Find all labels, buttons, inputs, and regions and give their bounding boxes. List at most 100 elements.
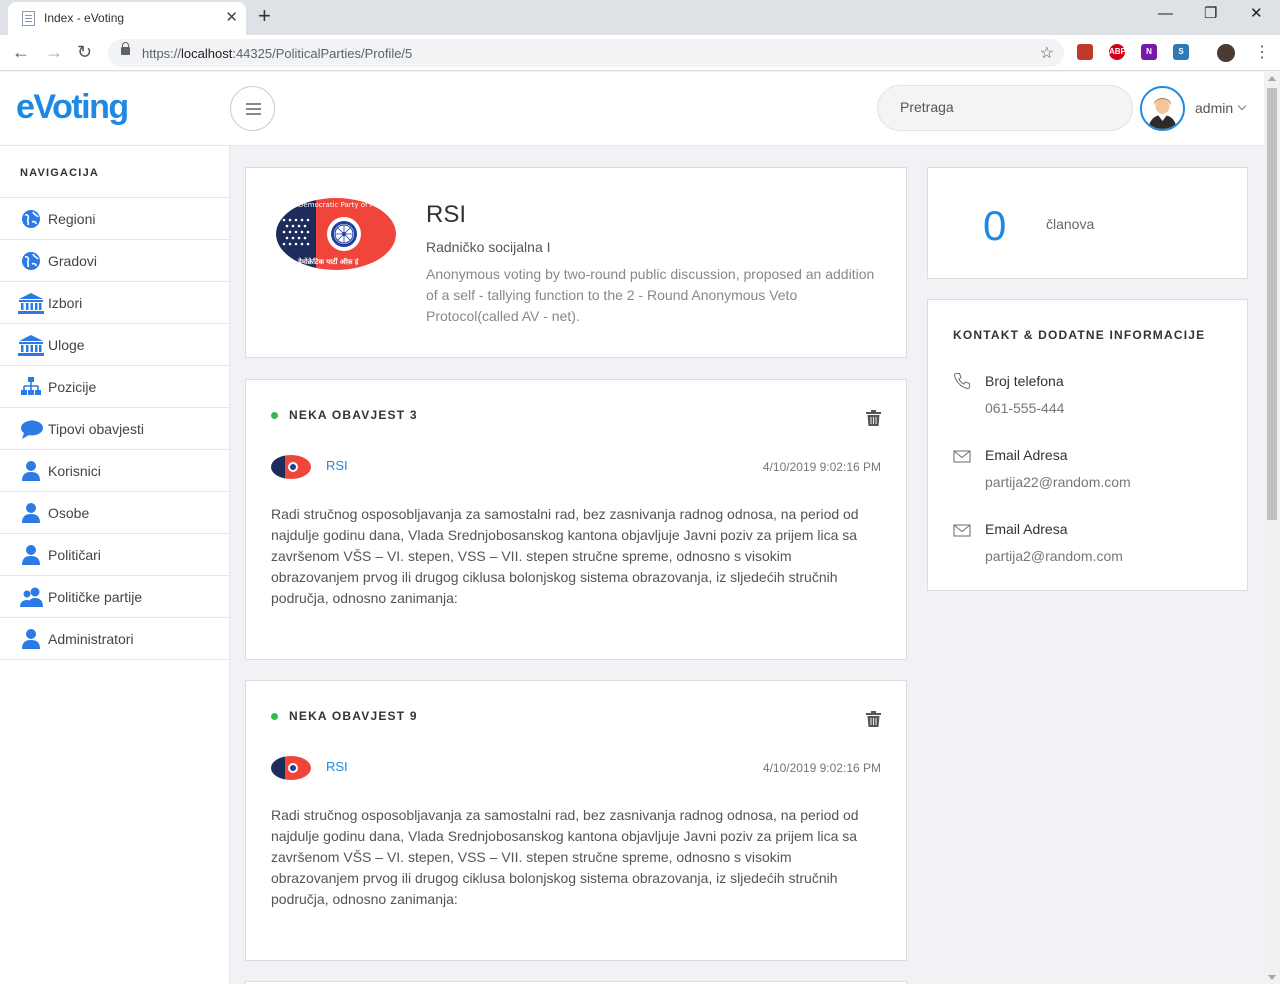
restore-button[interactable]: ❐	[1204, 4, 1217, 24]
email1-label: Email Adresa	[985, 447, 1068, 463]
email1-value[interactable]: partija22@random.com	[985, 474, 1131, 490]
page-favicon-icon	[22, 11, 35, 26]
sidebar-item-politicke-partije[interactable]: Političke partije	[0, 576, 229, 618]
reload-button[interactable]: ↻	[77, 41, 92, 63]
extension-adblock-icon[interactable]: ABP	[1109, 44, 1126, 60]
app-header: eVoting admin	[0, 72, 1264, 146]
member-count-card: 0 članova	[927, 167, 1248, 279]
party-name: RSI	[426, 201, 467, 228]
phone-value: 061-555-444	[985, 400, 1065, 416]
user-icon	[22, 461, 40, 481]
member-count-label: članova	[1046, 216, 1095, 232]
sitemap-icon	[21, 377, 41, 395]
post-card: NEKA OBAVJEST 3 RSI 4/10/2019 9:02:16 PM…	[245, 379, 907, 660]
chat-bubble-icon	[21, 420, 43, 439]
post-body: Radi stručnog osposobljavanja za samosta…	[271, 506, 859, 606]
sidebar: NAVIGACIJA Regioni Gradovi Izbori Uloge …	[0, 146, 230, 984]
party-subtitle: Radničko socijalna I	[426, 239, 551, 255]
status-dot	[271, 412, 278, 419]
sidebar-item-label: Gradovi	[48, 253, 98, 269]
post-title: NEKA OBAVJEST 3	[289, 408, 418, 422]
browser-toolbar: ← → ↻ https://localhost:44325/PoliticalP…	[0, 35, 1280, 71]
browser-tab-bar: Index - eVoting ✕ + — ❐ ✕	[0, 0, 1280, 35]
sidebar-item-politicari[interactable]: Političari	[0, 534, 229, 576]
phone-icon	[953, 372, 971, 390]
sidebar-item-label: Administratori	[48, 631, 134, 647]
forward-button[interactable]: →	[45, 41, 63, 63]
sidebar-nav: Regioni Gradovi Izbori Uloge Pozicije Ti…	[0, 197, 229, 660]
sidebar-item-label: Korisnici	[48, 463, 101, 479]
close-window-button[interactable]: ✕	[1250, 4, 1263, 24]
search-input[interactable]	[900, 99, 1110, 115]
brand-logo[interactable]: eVoting	[16, 88, 129, 127]
email2-value[interactable]: partija2@random.com	[985, 548, 1123, 564]
minimize-button[interactable]: —	[1158, 4, 1173, 24]
user-menu-label[interactable]: admin	[1195, 100, 1233, 116]
phone-label: Broj telefona	[985, 373, 1064, 389]
scroll-down-arrow-icon[interactable]	[1268, 975, 1276, 980]
sidebar-item-label: Političke partije	[48, 589, 143, 605]
contact-card: KONTAKT & DODATNE INFORMACIJE Broj telef…	[927, 299, 1248, 591]
post-author-link[interactable]: RSI	[326, 759, 348, 774]
post-date: 4/10/2019 9:02:16 PM	[762, 761, 881, 775]
extension-onenote-icon[interactable]: N	[1141, 44, 1157, 60]
trash-icon[interactable]	[866, 711, 881, 727]
sidebar-item-label: Tipovi obavjesti	[48, 421, 144, 437]
browser-menu-icon[interactable]: ⋮	[1254, 42, 1270, 62]
menu-toggle-button[interactable]	[230, 86, 275, 131]
chevron-down-icon[interactable]	[1237, 101, 1247, 111]
address-bar[interactable]: https://localhost:44325/PoliticalParties…	[108, 39, 1064, 67]
sidebar-item-gradovi[interactable]: Gradovi	[0, 240, 229, 282]
scroll-thumb[interactable]	[1267, 88, 1277, 520]
sidebar-item-uloge[interactable]: Uloge	[0, 324, 229, 366]
contact-title: KONTAKT & DODATNE INFORMACIJE	[953, 328, 1206, 342]
hamburger-line	[246, 108, 261, 110]
post-title: NEKA OBAVJEST 9	[289, 709, 418, 723]
search-box[interactable]	[877, 85, 1133, 131]
sidebar-item-korisnici[interactable]: Korisnici	[0, 450, 229, 492]
sidebar-item-label: Izbori	[48, 295, 83, 311]
sidebar-item-tipovi-obavjesti[interactable]: Tipovi obavjesti	[0, 408, 229, 450]
user-icon	[22, 545, 40, 565]
extension-book-icon[interactable]	[1077, 44, 1093, 60]
hamburger-line	[246, 113, 261, 115]
sidebar-item-pozicije[interactable]: Pozicije	[0, 366, 229, 408]
new-tab-button[interactable]: +	[258, 4, 271, 28]
post-author-logo	[271, 756, 311, 780]
post-date: 4/10/2019 9:02:16 PM	[762, 460, 881, 474]
browser-tab[interactable]: Index - eVoting ✕	[8, 2, 246, 35]
institution-icon	[18, 335, 44, 356]
url-text: https://localhost:44325/PoliticalParties…	[142, 46, 413, 61]
post-body: Radi stručnog osposobljavanja za samosta…	[271, 807, 859, 907]
extension-s-icon[interactable]: S	[1173, 44, 1189, 60]
hamburger-icon	[246, 103, 261, 105]
sidebar-item-izbori[interactable]: Izbori	[0, 282, 229, 324]
sidebar-item-administratori[interactable]: Administratori	[0, 618, 229, 660]
post-author-link[interactable]: RSI	[326, 458, 348, 473]
profile-avatar-icon[interactable]	[1217, 44, 1235, 62]
bookmark-star-icon[interactable]: ☆	[1040, 43, 1054, 63]
svg-text:डेमोक्रेटिक पार्टी ऑफ़ इं: डेमोक्रेटिक पार्टी ऑफ़ इं	[297, 257, 359, 266]
svg-text:Democratic Party of I: Democratic Party of I	[298, 201, 372, 209]
sidebar-item-label: Pozicije	[48, 379, 97, 395]
email2-label: Email Adresa	[985, 521, 1068, 537]
sidebar-item-label: Regioni	[48, 211, 96, 227]
member-count-value: 0	[983, 202, 1007, 249]
scroll-up-arrow-icon[interactable]	[1268, 76, 1276, 81]
status-dot	[271, 713, 278, 720]
sidebar-heading: NAVIGACIJA	[20, 167, 100, 179]
post-card: NEKA OBAVJEST 9 RSI 4/10/2019 9:02:16 PM…	[245, 680, 907, 961]
envelope-icon	[953, 450, 971, 463]
globe-icon	[22, 210, 40, 228]
envelope-icon	[953, 524, 971, 537]
tab-close-icon[interactable]: ✕	[225, 9, 238, 27]
sidebar-item-osobe[interactable]: Osobe	[0, 492, 229, 534]
page-scrollbar[interactable]	[1264, 72, 1280, 984]
user-icon	[22, 629, 40, 649]
sidebar-item-regioni[interactable]: Regioni	[0, 198, 229, 240]
user-avatar[interactable]	[1140, 86, 1185, 131]
trash-icon[interactable]	[866, 410, 881, 426]
party-profile-card: Democratic Party of I डेमोक्रेटिक पार्टी…	[245, 167, 907, 358]
back-button[interactable]: ←	[12, 41, 30, 63]
institution-icon	[18, 293, 44, 314]
